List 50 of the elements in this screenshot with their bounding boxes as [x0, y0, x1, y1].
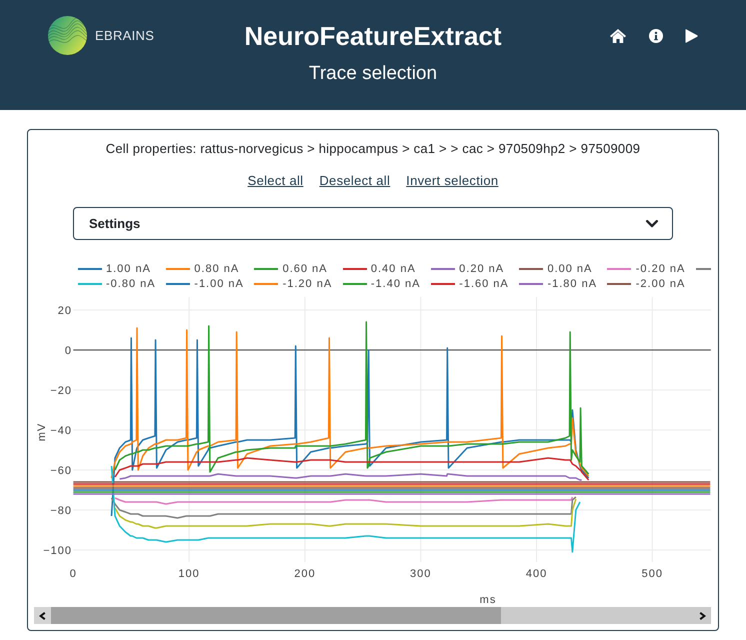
x-tick-label: 0: [70, 568, 77, 580]
x-tick-label: 300: [410, 568, 432, 580]
legend-item[interactable]: -2.00 nA: [607, 276, 696, 291]
y-axis-title: mV: [36, 422, 48, 442]
legend-item[interactable]: -0.80 nA: [78, 276, 166, 291]
home-icon: [610, 28, 626, 42]
app-title: NeuroFeatureExtract: [244, 20, 502, 50]
legend-item[interactable]: -1.60 nA: [430, 276, 520, 291]
legend-item[interactable]: -1.20 nA: [254, 276, 343, 291]
scroll-left-button[interactable]: [34, 607, 51, 624]
info-button[interactable]: [648, 28, 662, 42]
legend-item[interactable]: 0.60 nA: [254, 261, 343, 276]
y-tick-label: −100: [43, 545, 72, 557]
play-icon: [685, 28, 698, 42]
page-subtitle: Trace selection: [308, 63, 438, 85]
legend-item[interactable]: -1.40 nA: [342, 276, 431, 291]
action-link[interactable]: Select all: [248, 173, 304, 189]
y-tick-label: 20: [58, 305, 72, 317]
x-tick-label: 500: [642, 568, 663, 580]
legend-item[interactable]: -0.20 nA: [607, 261, 696, 276]
wave-logo-icon[interactable]: [48, 16, 87, 55]
y-tick-label: −80: [50, 505, 72, 517]
info-icon: [648, 28, 662, 42]
legend-item[interactable]: -1.00 nA: [166, 276, 254, 291]
cell-properties-text: Cell properties: rattus-norvegicus > hippocampus > ca1 > > cac > 970509hp2 > 97509009: [104, 141, 642, 157]
y-tick-label: 0: [64, 345, 72, 357]
x-axis-title: ms: [480, 594, 496, 606]
y-tick-label: −60: [50, 465, 72, 477]
horizontal-scrollbar[interactable]: [34, 607, 711, 624]
legend-item[interactable]: 1.00 nA: [78, 261, 166, 276]
x-tick-label: 100: [178, 568, 200, 580]
legend-item[interactable]: 0.20 nA: [430, 261, 520, 276]
action-link[interactable]: Invert selection: [406, 173, 498, 189]
x-tick-label: 200: [294, 568, 316, 580]
legend-item[interactable]: -1.80 nA: [519, 276, 608, 291]
home-button[interactable]: [610, 28, 626, 42]
legend-item[interactable]: 0.80 nA: [166, 261, 254, 276]
legend-item[interactable]: 0.00 nA: [519, 261, 608, 276]
y-tick-label: −20: [50, 385, 72, 397]
scrollbar-thumb[interactable]: [51, 607, 501, 624]
brand-name: EBRAINS: [95, 28, 154, 43]
chevron-left-icon: [39, 612, 46, 620]
play-button[interactable]: [685, 28, 698, 42]
legend-item[interactable]: 0.40 nA: [342, 261, 431, 276]
y-tick-label: −40: [50, 425, 72, 437]
x-tick-label: 400: [526, 568, 548, 580]
settings-dropdown[interactable]: Settings: [73, 207, 673, 240]
action-link[interactable]: Deselect all: [319, 173, 390, 189]
chevron-down-icon: [646, 220, 658, 228]
chevron-right-icon[interactable]: [699, 612, 706, 620]
